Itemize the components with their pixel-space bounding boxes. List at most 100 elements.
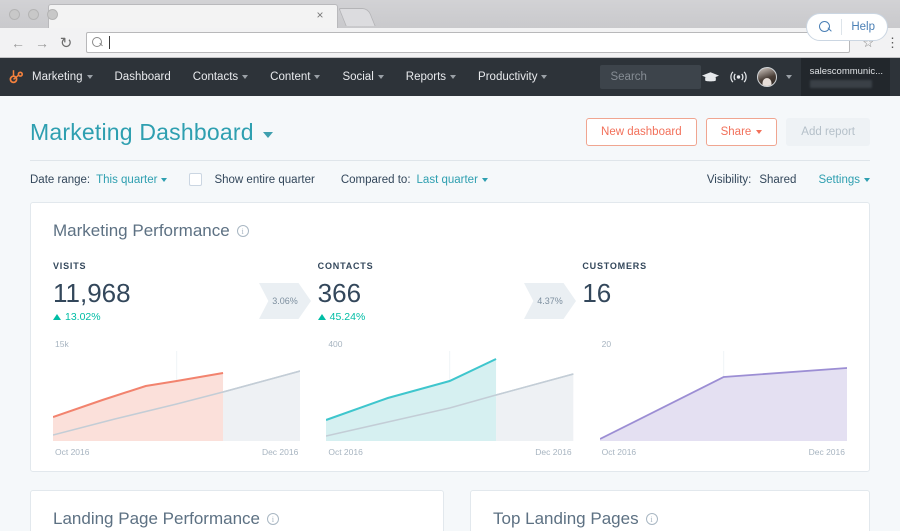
new-dashboard-label: New dashboard [601, 126, 682, 138]
nav-right-cluster: salescommunic... Hub ID: 000000 [701, 58, 892, 96]
search-icon [92, 36, 104, 49]
mini-charts-row: 15k Oct 2016 Dec 2016 400 Oct 2016 Dec 2… [53, 339, 847, 457]
maximize-window-button[interactable] [47, 9, 58, 20]
conversion-badge-1-value: 3.06% [272, 296, 298, 306]
chart-customers-x-tick-start: Oct 2016 [601, 447, 637, 457]
chevron-down-icon [377, 75, 384, 79]
new-tab-button[interactable] [338, 8, 376, 26]
hubspot-logo-icon[interactable] [8, 69, 24, 85]
reload-icon[interactable]: ↻ [56, 33, 76, 53]
account-hub-id-label: Hub ID: 000000 [809, 80, 872, 88]
compared-to-select[interactable]: Last quarter [417, 174, 488, 186]
chevron-down-icon [450, 75, 457, 79]
chevron-down-icon [756, 130, 763, 134]
chart-visits-plot [53, 351, 301, 441]
chart-contacts-x-axis: Oct 2016 Dec 2016 [326, 447, 573, 457]
page-body: Marketing Dashboard New dashboard Share … [0, 13, 900, 531]
academy-cap-icon[interactable] [701, 69, 720, 85]
app-navigation-bar: Marketing Dashboard Contacts Content Soc… [0, 58, 900, 96]
page-header: Marketing Dashboard New dashboard Share … [0, 96, 900, 160]
help-widget-button[interactable]: Help [806, 13, 888, 41]
landing-page-performance-title: Landing Page Performance [53, 509, 260, 528]
browser-menu-icon[interactable]: ⋮ [882, 36, 899, 49]
chart-customers-y-tick: 20 [601, 339, 612, 349]
date-range-select[interactable]: This quarter [96, 173, 168, 186]
show-entire-quarter-label: Show entire quarter [214, 173, 315, 186]
chart-customers-x-axis: Oct 2016 Dec 2016 [600, 447, 847, 457]
chart-visits: 15k Oct 2016 Dec 2016 [53, 339, 301, 457]
help-label: Help [851, 21, 875, 33]
avatar[interactable] [756, 67, 777, 87]
help-divider [841, 19, 843, 35]
tab-close-icon[interactable]: × [313, 9, 327, 23]
live-signal-icon[interactable] [729, 69, 748, 85]
top-landing-pages-title: Top Landing Pages [493, 509, 639, 528]
global-search-input[interactable]: Search [600, 65, 701, 89]
nav-item-content[interactable]: Content [259, 58, 331, 96]
cards-area: Marketing Performance i VISITS 11,968 13… [0, 186, 900, 472]
nav-item-reports-label: Reports [405, 71, 447, 83]
chevron-down-icon [242, 75, 249, 79]
chevron-down-icon [86, 75, 93, 79]
date-range-value: This quarter [96, 173, 158, 186]
top-landing-pages-card: Top Landing Pages i NAME TOTAL VIEWS TOT… [470, 490, 870, 531]
browser-tab[interactable]: × [48, 4, 338, 28]
nav-item-dashboard-label: Dashboard [114, 71, 171, 83]
forward-icon[interactable]: → [32, 33, 52, 53]
marketing-performance-title-row: Marketing Performance i [53, 221, 847, 241]
search-icon[interactable] [819, 20, 832, 34]
dashboard-selector-chevron-down-icon[interactable] [262, 131, 273, 138]
triangle-up-icon [317, 314, 326, 320]
metric-visits-label: VISITS [53, 261, 87, 271]
metric-contacts-label: CONTACTS [317, 261, 374, 271]
chart-customers: 20 Oct 2016 Dec 2016 [599, 339, 847, 457]
settings-label: Settings [818, 173, 860, 186]
account-switcher[interactable]: salescommunic... Hub ID: 000000 [800, 58, 890, 96]
show-entire-quarter-checkbox[interactable] [189, 173, 203, 186]
chart-visits-x-tick-start: Oct 2016 [55, 447, 90, 457]
back-icon[interactable]: ← [8, 33, 28, 53]
browser-chrome: × ← → ↻ ☆ ⋮ [0, 0, 900, 58]
dashboard-title-row: Marketing Dashboard New dashboard Share … [30, 118, 870, 160]
nav-item-productivity[interactable]: Productivity [467, 58, 558, 96]
bottom-cards-row: Landing Page Performance i Top Landing P… [0, 472, 900, 531]
nav-item-contacts-label: Contacts [192, 71, 239, 83]
browser-tabstrip: × [0, 0, 900, 28]
nav-item-social[interactable]: Social [331, 58, 394, 96]
info-icon[interactable]: i [266, 513, 279, 525]
marketing-performance-title: Marketing Performance [53, 221, 230, 240]
chevron-down-icon [161, 177, 168, 182]
metric-visits-delta-value: 13.02% [65, 311, 101, 323]
account-chevron-down-icon[interactable] [785, 75, 792, 79]
metric-customers-value: 16 [582, 278, 612, 308]
triangle-up-icon [53, 314, 61, 320]
marketing-performance-card: Marketing Performance i VISITS 11,968 13… [30, 202, 870, 472]
browser-toolbar: ← → ↻ ☆ ⋮ [0, 28, 900, 58]
add-report-button[interactable]: Add report [786, 118, 870, 146]
nav-item-reports[interactable]: Reports [395, 58, 467, 96]
chart-contacts: 400 Oct 2016 Dec 2016 [326, 339, 574, 457]
add-report-label: Add report [801, 126, 855, 138]
nav-item-dashboard[interactable]: Dashboard [104, 58, 182, 96]
chevron-down-icon [864, 177, 870, 182]
nav-item-contacts[interactable]: Contacts [182, 58, 259, 96]
chart-customers-plot [599, 351, 847, 441]
metric-contacts-delta-value: 45.24% [329, 311, 366, 323]
share-label: Share [720, 126, 752, 138]
landing-page-performance-title-row: Landing Page Performance i [53, 509, 421, 529]
share-button[interactable]: Share [705, 118, 778, 146]
chevron-down-icon [541, 75, 548, 79]
info-icon[interactable]: i [645, 513, 658, 525]
info-icon[interactable]: i [236, 225, 249, 237]
settings-menu[interactable]: Settings [818, 174, 870, 186]
close-window-button[interactable] [9, 9, 20, 20]
nav-item-marketing[interactable]: Marketing [30, 58, 104, 96]
page-title: Marketing Dashboard [30, 118, 254, 145]
address-bar[interactable] [86, 32, 851, 53]
new-dashboard-button[interactable]: New dashboard [586, 118, 697, 146]
minimize-window-button[interactable] [28, 9, 39, 20]
chart-contacts-x-tick-end: Dec 2016 [535, 447, 572, 457]
chart-customers-x-tick-end: Dec 2016 [808, 447, 845, 457]
compared-to-label: Compared to: [340, 173, 411, 186]
metrics-row: VISITS 11,968 13.02% CONTACTS 366 45.24% [53, 261, 847, 323]
